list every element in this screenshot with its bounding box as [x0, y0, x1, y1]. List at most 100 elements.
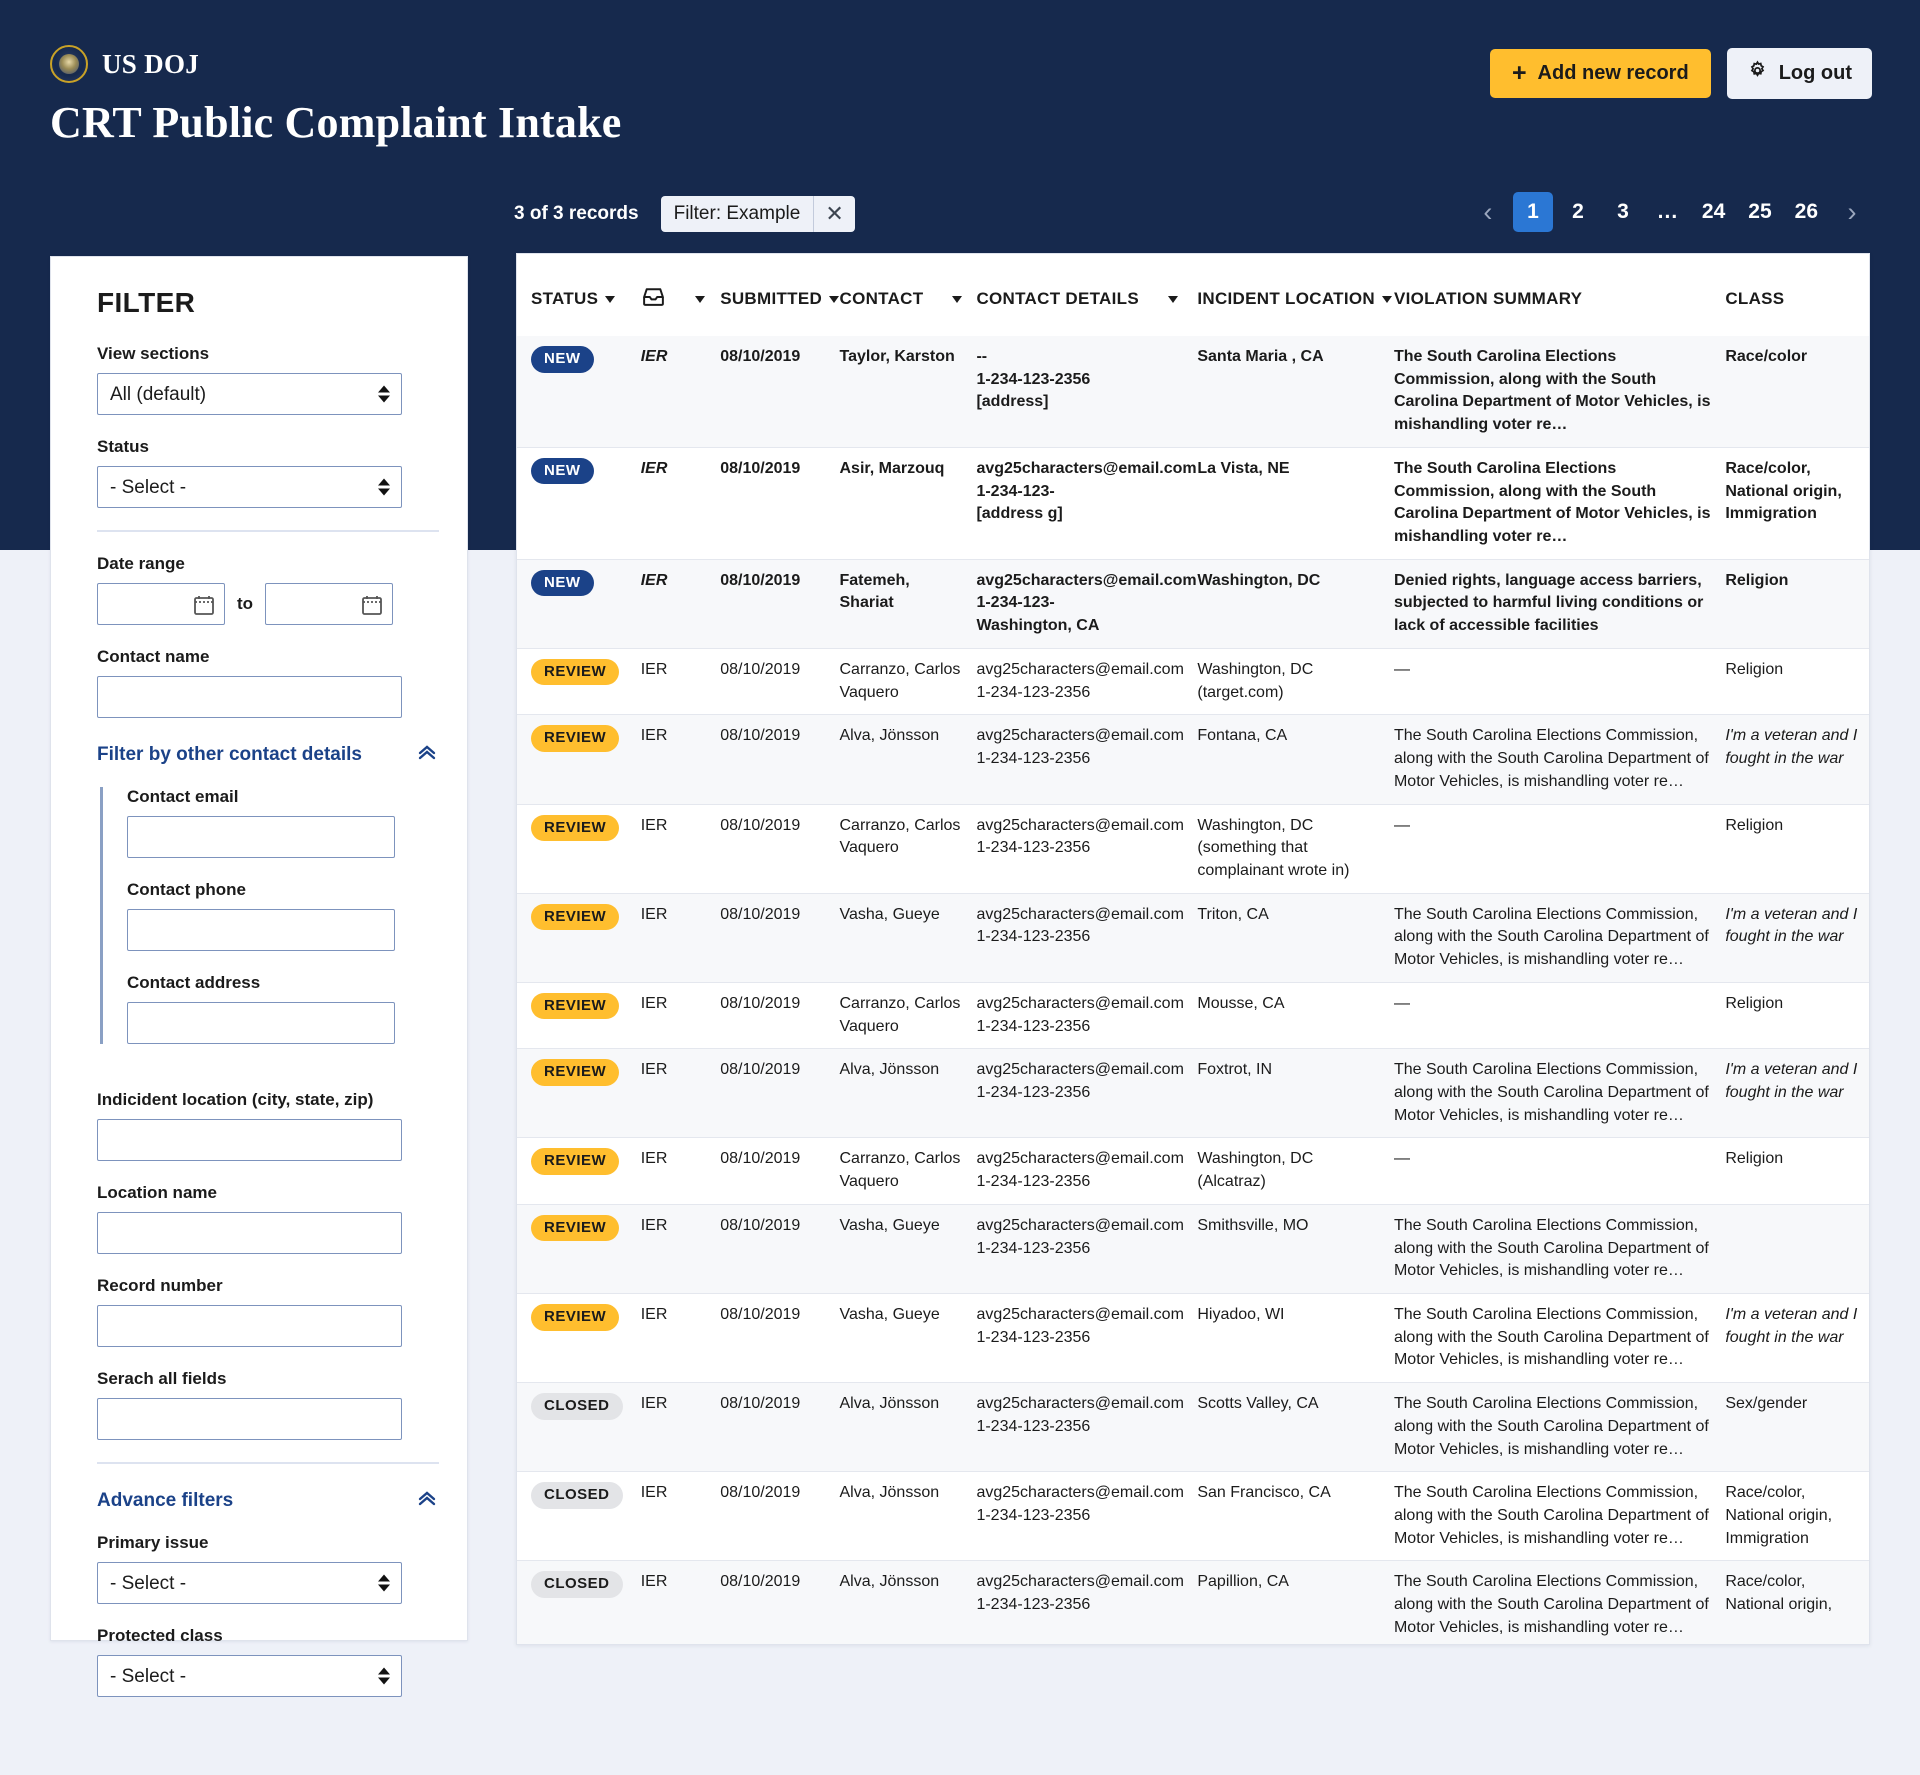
- table-row[interactable]: REVIEW IER 08/10/2019 Vasha, Gueye avg25char…: [517, 1204, 1869, 1295]
- table-row[interactable]: REVIEW IER 08/10/2019 Carranzo, Carlos Vaqu…: [517, 982, 1869, 1050]
- date-to-input[interactable]: [266, 584, 393, 624]
- page-24-button[interactable]: 24: [1693, 192, 1734, 232]
- add-new-record-button[interactable]: + Add new record: [1489, 49, 1711, 98]
- cell-agency: IER: [640, 1560, 721, 1644]
- column-header-contact-details[interactable]: CONTACT DETAILS: [976, 254, 1197, 336]
- table-row[interactable]: REVIEW IER 08/10/2019 Vasha, Gueye avg25char…: [517, 893, 1869, 983]
- contact-email-input[interactable]: [127, 816, 395, 858]
- date-from-wrapper[interactable]: [97, 583, 225, 625]
- page-25-button[interactable]: 25: [1739, 192, 1780, 232]
- table-row[interactable]: NEW IER 08/10/2019 Taylor, Karston -- 1-234-1…: [517, 336, 1869, 448]
- column-header-status[interactable]: STATUS: [517, 254, 641, 336]
- search-all-fields-input[interactable]: [97, 1398, 402, 1440]
- cell-violation-summary: The South Carolina Elections Commission,…: [1393, 447, 1726, 560]
- primary-issue-label: Primary issue: [97, 1533, 209, 1552]
- status-badge: CLOSED: [531, 1482, 623, 1509]
- chevron-down-icon[interactable]: [1167, 295, 1178, 303]
- cell-status: REVIEW: [517, 1204, 641, 1295]
- status-select[interactable]: - Select -: [97, 466, 402, 508]
- status-badge: REVIEW: [531, 725, 620, 752]
- page-ellipsis: ...: [1657, 200, 1679, 223]
- cell-agency: IER: [640, 1204, 721, 1295]
- incident-location-input[interactable]: [97, 1119, 402, 1161]
- column-header-submitted[interactable]: SUBMITTED: [720, 254, 840, 336]
- date-range-field: to: [97, 583, 431, 625]
- cell-violation-summary: —: [1393, 804, 1726, 894]
- cell-contact-details: avg25characters@email.com 1-234-123- [addr…: [976, 447, 1198, 560]
- table-row[interactable]: NEW IER 08/10/2019 Asir, Marzouq avg25charac…: [517, 447, 1869, 560]
- chevron-down-icon[interactable]: [829, 295, 840, 303]
- cell-contact-details: avg25characters@email.com 1-234-123-2356: [976, 1471, 1198, 1562]
- cell-contact: Carranzo, Carlos Vaquero: [839, 648, 977, 716]
- page-2-button[interactable]: 2: [1558, 192, 1598, 232]
- contact-name-label: Contact name: [97, 647, 210, 666]
- chevron-right-icon[interactable]: ›: [1832, 192, 1872, 232]
- cell-incident-location: Hiyadoo, WI: [1197, 1293, 1394, 1384]
- other-contact-details-toggle[interactable]: Filter by other contact details: [97, 740, 439, 769]
- cell-class: Religion: [1725, 559, 1869, 649]
- cell-status: REVIEW: [517, 893, 641, 983]
- other-contact-details-label: Filter by other contact details: [97, 743, 362, 765]
- table-row[interactable]: REVIEW IER 08/10/2019 Carranzo, Carlos Vaqu…: [517, 804, 1869, 894]
- chevron-down-icon[interactable]: [694, 295, 705, 303]
- page-3-button[interactable]: 3: [1603, 192, 1643, 232]
- table-row[interactable]: CLOSED IER 08/10/2019 Alva, Jönsson avg25cha…: [517, 1560, 1869, 1644]
- record-number-input[interactable]: [97, 1305, 402, 1347]
- chevron-down-icon[interactable]: [605, 295, 616, 303]
- contact-phone-input[interactable]: [127, 909, 395, 951]
- status-badge: REVIEW: [531, 1304, 620, 1331]
- chevron-down-icon[interactable]: [1381, 295, 1392, 303]
- table-row[interactable]: NEW IER 08/10/2019 Fatemeh, Shariat avg25cha…: [517, 559, 1869, 649]
- protected-class-select[interactable]: - Select -: [97, 1655, 402, 1697]
- cell-incident-location: Smithsville, MO: [1197, 1204, 1394, 1295]
- table-row[interactable]: REVIEW IER 08/10/2019 Vasha, Gueye avg25char…: [517, 1293, 1869, 1384]
- page-1-button[interactable]: 1: [1512, 192, 1553, 232]
- column-header-incident-location[interactable]: INCIDENT LOCATION: [1197, 254, 1394, 336]
- close-icon[interactable]: ✕: [814, 196, 854, 232]
- primary-issue-select[interactable]: - Select -: [97, 1562, 402, 1604]
- cell-submitted: 08/10/2019: [720, 1471, 840, 1562]
- status-field[interactable]: - Select -: [97, 466, 402, 508]
- cell-submitted: 08/10/2019: [720, 336, 840, 448]
- log-out-button[interactable]: Log out: [1726, 48, 1872, 99]
- cell-contact: Vasha, Gueye: [839, 1204, 977, 1295]
- cell-incident-location: Washington, DC (Alcatraz): [1197, 1137, 1394, 1205]
- table-row[interactable]: REVIEW IER 08/10/2019 Carranzo, Carlos Vaqu…: [517, 1137, 1869, 1205]
- status-label: Status: [97, 437, 149, 456]
- protected-class-field[interactable]: - Select -: [97, 1655, 402, 1697]
- date-to-wrapper[interactable]: [265, 583, 394, 625]
- column-header-violation-summary[interactable]: VIOLATION SUMMARY: [1394, 254, 1725, 336]
- active-filter-chip[interactable]: Filter: Example ✕: [660, 196, 855, 232]
- page-26-button[interactable]: 26: [1786, 192, 1827, 232]
- records-table: STATUS SUBMITTED CONTACT CONTACT DETAILS…: [517, 254, 1869, 1644]
- chevron-down-icon[interactable]: [952, 295, 963, 303]
- location-name-input[interactable]: [97, 1212, 402, 1254]
- status-badge: REVIEW: [531, 1148, 620, 1175]
- table-row[interactable]: REVIEW IER 08/10/2019 Alva, Jönsson avg25cha…: [517, 1048, 1869, 1139]
- cell-agency: IER: [640, 559, 721, 649]
- column-header-contact[interactable]: CONTACT: [840, 254, 977, 336]
- view-sections-field[interactable]: All (default): [97, 373, 402, 415]
- cell-submitted: 08/10/2019: [720, 982, 840, 1050]
- contact-address-input[interactable]: [127, 1002, 395, 1044]
- advance-filters-toggle[interactable]: Advance filters: [97, 1486, 439, 1515]
- view-sections-select[interactable]: All (default): [97, 373, 402, 415]
- table-row[interactable]: CLOSED IER 08/10/2019 Alva, Jönsson avg25cha…: [517, 1471, 1869, 1562]
- column-header-agency[interactable]: [641, 254, 721, 336]
- cell-status: REVIEW: [517, 714, 641, 805]
- records-table-body: NEW IER 08/10/2019 Taylor, Karston -- 1-234-1…: [517, 336, 1869, 1644]
- cell-violation-summary: Denied rights, language access barriers,…: [1393, 559, 1726, 649]
- table-row[interactable]: CLOSED IER 08/10/2019 Alva, Jönsson avg25cha…: [517, 1382, 1869, 1473]
- cell-agency: IER: [640, 893, 721, 983]
- table-row[interactable]: REVIEW IER 08/10/2019 Carranzo, Carlos Vaqu…: [517, 648, 1869, 716]
- table-row[interactable]: REVIEW IER 08/10/2019 Alva, Jönsson avg25cha…: [517, 714, 1869, 805]
- chevron-left-icon[interactable]: ‹: [1468, 192, 1508, 232]
- primary-issue-field[interactable]: - Select -: [97, 1562, 402, 1604]
- date-from-input[interactable]: [98, 584, 224, 624]
- contact-name-input[interactable]: [97, 676, 402, 718]
- cell-agency: IER: [640, 1048, 721, 1139]
- column-header-submitted-label: SUBMITTED: [720, 289, 823, 308]
- cell-contact-details: avg25characters@email.com 1-234-123-2356: [976, 1560, 1198, 1644]
- column-header-class[interactable]: CLASS: [1725, 254, 1869, 336]
- cell-contact: Asir, Marzouq: [839, 447, 977, 560]
